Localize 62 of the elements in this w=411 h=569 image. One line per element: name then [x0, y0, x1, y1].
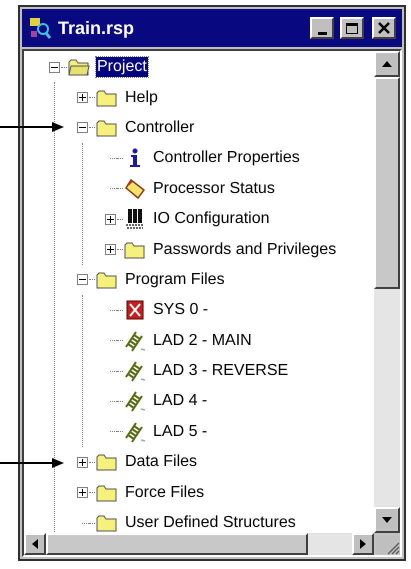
scroll-right-button[interactable] [352, 533, 374, 555]
tree-item[interactable]: Data Files [124, 452, 198, 472]
ladder-icon [124, 330, 146, 352]
pointer-arrow [0, 458, 64, 468]
up-arrow-icon [382, 61, 392, 67]
pointer-arrow [0, 122, 64, 132]
scroll-down-button[interactable] [374, 507, 400, 533]
tree-item[interactable]: LAD 2 - MAIN [152, 330, 253, 351]
tree-item[interactable]: LAD 4 - [152, 391, 208, 412]
ladder-icon [124, 360, 146, 382]
window-title: Train.rsp [58, 16, 136, 40]
scroll-left-button[interactable] [24, 533, 46, 555]
collapse-toggle[interactable] [49, 62, 60, 73]
expand-toggle[interactable] [77, 487, 88, 498]
ladder-icon [124, 390, 146, 412]
tree-item[interactable]: Processor Status [152, 178, 276, 199]
collapse-toggle[interactable] [77, 274, 88, 286]
tree-item[interactable]: Passwords and Privileges [152, 240, 338, 260]
folder-icon [96, 453, 118, 472]
close-icon [378, 22, 390, 34]
tree-item[interactable]: LAD 5 - [152, 422, 208, 442]
maximize-button[interactable] [340, 17, 364, 39]
folder-icon [124, 240, 146, 259]
minimize-button[interactable] [310, 17, 334, 39]
ladder-icon [124, 420, 146, 443]
vertical-scrollbar[interactable] [374, 51, 400, 533]
tree-item[interactable]: Project [96, 57, 148, 78]
folder-icon [96, 88, 118, 107]
tree-item[interactable]: Help [124, 88, 159, 108]
tree-item[interactable]: IO Configuration [152, 209, 271, 230]
tree-item[interactable]: LAD 3 - REVERSE [152, 361, 290, 382]
horizontal-scrollbar[interactable] [24, 533, 374, 555]
size-grip[interactable] [374, 533, 400, 555]
collapse-toggle[interactable] [77, 122, 88, 134]
close-button[interactable] [372, 17, 396, 39]
resize-grip-icon [386, 541, 400, 555]
expand-toggle[interactable] [77, 456, 88, 468]
app-icon [28, 16, 52, 40]
notebook-icon [125, 178, 145, 199]
folder-icon [96, 118, 118, 137]
info-icon [128, 148, 142, 168]
expand-toggle[interactable] [77, 92, 88, 104]
folder-icon [68, 58, 90, 76]
folder-icon [96, 484, 118, 502]
tree-item[interactable]: Force Files [124, 482, 206, 503]
tree-item[interactable]: User Defined Structures [124, 513, 297, 533]
scroll-thumb[interactable] [374, 77, 400, 289]
tree-item[interactable]: Controller [124, 118, 196, 138]
tree-item[interactable]: Program Files [124, 270, 226, 290]
folder-icon [96, 270, 118, 289]
folder-icon [96, 514, 118, 532]
tree-item[interactable]: SYS 0 - [152, 300, 210, 320]
io-rack-icon [125, 208, 145, 230]
tree-item[interactable]: Controller Properties [152, 148, 301, 168]
expand-toggle[interactable] [105, 244, 116, 256]
expand-toggle[interactable] [105, 214, 116, 225]
scroll-up-button[interactable] [374, 51, 400, 77]
down-arrow-icon [382, 517, 392, 523]
scroll-thumb[interactable] [46, 533, 308, 555]
right-arrow-icon [360, 539, 366, 549]
document-icon [126, 300, 144, 320]
left-arrow-icon [32, 539, 38, 549]
